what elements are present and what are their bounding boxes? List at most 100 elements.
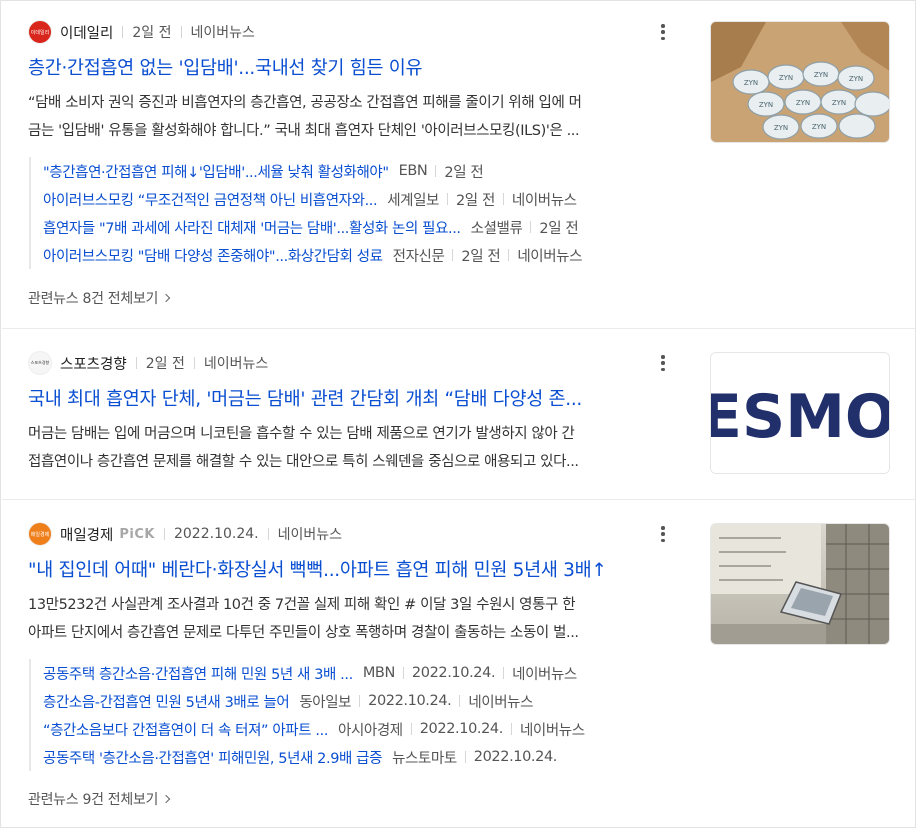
related-all-label[interactable]: 관련뉴스 9건 전체보기 [28, 789, 158, 809]
divider [163, 528, 165, 540]
article-description[interactable]: 머금는 담배는 입에 머금으며 니코틴을 흡수할 수 있는 담배 제품으로 연기… [28, 420, 673, 476]
portal-link[interactable]: 네이버뉴스 [204, 353, 268, 373]
related-title[interactable]: 공동주택 층간소음·간접흡연 피해 민원 5년 새 3배 ... [43, 663, 353, 684]
article-title[interactable]: "내 집인데 어때" 베란다·화장실서 뻑뻑...아파트 흡연 피해 민원 5년… [28, 557, 673, 585]
svg-text:ZYN: ZYN [744, 79, 758, 87]
related-press[interactable]: 뉴스토마토 [392, 747, 457, 768]
related-news-item[interactable]: 공동주택 층간소음·간접흡연 피해 민원 5년 새 3배 ... MBN 202… [43, 659, 669, 687]
related-time: 2일 전 [455, 192, 495, 209]
source-row: 매일경제 매일경제 PiCK 2022.10.24. 네이버뉴스 [28, 522, 342, 546]
related-news-all-link[interactable]: 관련뉴스 9건 전체보기 [28, 789, 171, 809]
press-logo[interactable]: 매일경제 [28, 522, 52, 546]
related-title[interactable]: "층간흡연·간접흡연 피해↓'입담배'...세율 낮춰 활성화해야" [43, 161, 389, 182]
related-meta: 동아일보 2022.10.24. 네이버뉴스 [299, 691, 533, 712]
more-options-icon[interactable] [659, 353, 667, 373]
portal-link[interactable]: 네이버뉴스 [191, 22, 255, 42]
title-text[interactable]: 국내 최대 흡연자 단체, '머금는 담배' 관련 간담회 개최 “담배 다양성… [28, 389, 582, 410]
divider [459, 695, 461, 707]
related-news-item[interactable]: 층간소음-간접흡연 민원 5년새 3배로 늘어 동아일보 2022.10.24.… [43, 687, 669, 715]
svg-text:ZYN: ZYN [774, 124, 788, 132]
related-news-all-link[interactable]: 관련뉴스 8건 전체보기 [28, 288, 171, 308]
divider [410, 723, 412, 735]
related-press[interactable]: 아시아경제 [338, 719, 403, 740]
divider [193, 357, 195, 369]
svg-text:ZYN: ZYN [812, 123, 826, 131]
article-title[interactable]: 층간·간접흡연 없는 '입담배'...국내선 찾기 힘든 이유 [28, 55, 673, 83]
divider [508, 249, 510, 261]
divider [464, 751, 466, 763]
press-logo[interactable]: 이데일리 [28, 20, 52, 44]
divider [359, 695, 361, 707]
divider [435, 165, 437, 177]
more-options-icon[interactable] [659, 22, 667, 42]
related-time: 2022.10.24. [419, 721, 504, 737]
desc-line: 13만5232건 사실관계 조사결과 10건 중 7건꼴 실제 피해 확인 # … [28, 597, 576, 613]
related-time: 2022.10.24. [411, 665, 496, 681]
related-news-item[interactable]: 공동주택 '층간소음·간접흡연' 피해민원, 5년새 2.9배 급증 뉴스토마토… [43, 743, 669, 771]
related-portal[interactable]: 네이버뉴스 [468, 691, 533, 712]
related-portal[interactable]: 네이버뉴스 [512, 189, 577, 210]
related-news-item[interactable]: “층간소음보다 간접흡연이 더 속 터져” 아파트 ... 아시아경제 2022… [43, 715, 669, 743]
article-thumbnail[interactable] [710, 523, 890, 645]
more-options-icon[interactable] [659, 524, 667, 544]
related-press[interactable]: 동아일보 [299, 691, 351, 712]
press-logo[interactable]: 스포츠경향 [28, 351, 52, 375]
snus-tins-image: ZYN ZYN ZYN ZYN ZYN ZYN ZYN ZYN ZYN [711, 22, 889, 142]
article-title[interactable]: 국내 최대 흡연자 단체, '머금는 담배' 관련 간담회 개최 “담배 다양성… [28, 386, 673, 414]
publish-time: 2일 전 [145, 356, 185, 372]
divider [530, 221, 532, 233]
divider [510, 723, 512, 735]
related-press[interactable]: MBN [363, 665, 396, 681]
related-title[interactable]: 공동주택 '층간소음·간접흡연' 피해민원, 5년새 2.9배 급증 [43, 747, 382, 768]
article-thumbnail[interactable]: ESMOI [710, 352, 890, 474]
related-meta: 세계일보 2일 전 네이버뉴스 [387, 189, 577, 210]
related-news-item[interactable]: "층간흡연·간접흡연 피해↓'입담배'...세율 낮춰 활성화해야" EBN 2… [43, 157, 669, 185]
related-meta: 전자신문 2일 전 네이버뉴스 [393, 245, 583, 266]
related-portal[interactable]: 네이버뉴스 [520, 719, 585, 740]
divider [180, 26, 182, 38]
related-portal[interactable]: 네이버뉴스 [512, 663, 577, 684]
related-title[interactable]: 아이러브스모킹 "담배 다양성 존중해야"...화상간담회 성료 [43, 245, 383, 266]
desc-line: “담배 소비자 권익 증진과 비흡연자의 층간흡연, 공공장소 간접흡연 피해를… [28, 95, 582, 111]
divider [446, 193, 448, 205]
chevron-right-icon [161, 794, 171, 804]
related-meta: MBN 2022.10.24. 네이버뉴스 [363, 663, 577, 684]
related-news-item[interactable]: 아이러브스모킹 “무조건적인 금연정책 아닌 비흡연자와... 세계일보 2일 … [43, 185, 669, 213]
related-meta: 아시아경제 2022.10.24. 네이버뉴스 [338, 719, 585, 740]
related-press[interactable]: 전자신문 [393, 245, 445, 266]
press-name[interactable]: 이데일리 [60, 22, 113, 43]
article-description[interactable]: 13만5232건 사실관계 조사결과 10건 중 7건꼴 실제 피해 확인 # … [28, 591, 673, 647]
portal-link[interactable]: 네이버뉴스 [278, 524, 342, 544]
related-title[interactable]: “층간소음보다 간접흡연이 더 속 터져” 아파트 ... [43, 719, 328, 740]
related-press[interactable]: 세계일보 [387, 189, 439, 210]
svg-text:ZYN: ZYN [814, 71, 828, 79]
related-portal[interactable]: 네이버뉴스 [517, 245, 582, 266]
chevron-right-icon [161, 293, 171, 303]
related-news-item[interactable]: 아이러브스모킹 "담배 다양성 존중해야"...화상간담회 성료 전자신문 2일… [43, 241, 669, 269]
related-title[interactable]: 아이러브스모킹 “무조건적인 금연정책 아닌 비흡연자와... [43, 189, 377, 210]
item-divider [2, 499, 915, 500]
related-all-label[interactable]: 관련뉴스 8건 전체보기 [28, 288, 158, 308]
related-news-list: "층간흡연·간접흡연 피해↓'입담배'...세율 낮춰 활성화해야" EBN 2… [29, 157, 669, 269]
press-name[interactable]: 매일경제 [60, 524, 113, 545]
item-divider [2, 328, 915, 329]
related-time: 2일 전 [539, 220, 579, 237]
related-press[interactable]: 소셜밸류 [471, 217, 523, 238]
press-name[interactable]: 스포츠경향 [60, 353, 127, 374]
related-title[interactable]: 흡연자들 "7배 과세에 사라진 대체재 '머금는 담배'...활성화 논의 필… [43, 217, 461, 238]
related-press[interactable]: EBN [399, 163, 428, 179]
article-description[interactable]: “담배 소비자 권익 증진과 비흡연자의 층간흡연, 공공장소 간접흡연 피해를… [28, 89, 673, 145]
related-time: 2022.10.24. [368, 693, 452, 709]
divider [122, 26, 124, 38]
article-thumbnail[interactable]: ZYN ZYN ZYN ZYN ZYN ZYN ZYN ZYN ZYN [710, 21, 890, 143]
related-title[interactable]: 층간소음-간접흡연 민원 5년새 3배로 늘어 [43, 691, 289, 712]
desc-line: 머금는 담배는 입에 머금으며 니코틴을 흡수할 수 있는 담배 제품으로 연기… [28, 426, 575, 442]
related-time: 2022.10.24. [473, 749, 558, 765]
title-text[interactable]: "내 집인데 어때" 베란다·화장실서 뻑뻑...아파트 흡연 피해 민원 5년… [28, 560, 607, 581]
svg-text:ZYN: ZYN [832, 99, 846, 107]
divider [402, 667, 404, 679]
related-meta: EBN 2일 전 [399, 161, 484, 182]
related-news-item[interactable]: 흡연자들 "7배 과세에 사라진 대체재 '머금는 담배'...활성화 논의 필… [43, 213, 669, 241]
title-text[interactable]: 층간·간접흡연 없는 '입담배'...국내선 찾기 힘든 이유 [28, 58, 423, 79]
source-row: 이데일리 이데일리 2일 전 네이버뉴스 [28, 20, 255, 44]
